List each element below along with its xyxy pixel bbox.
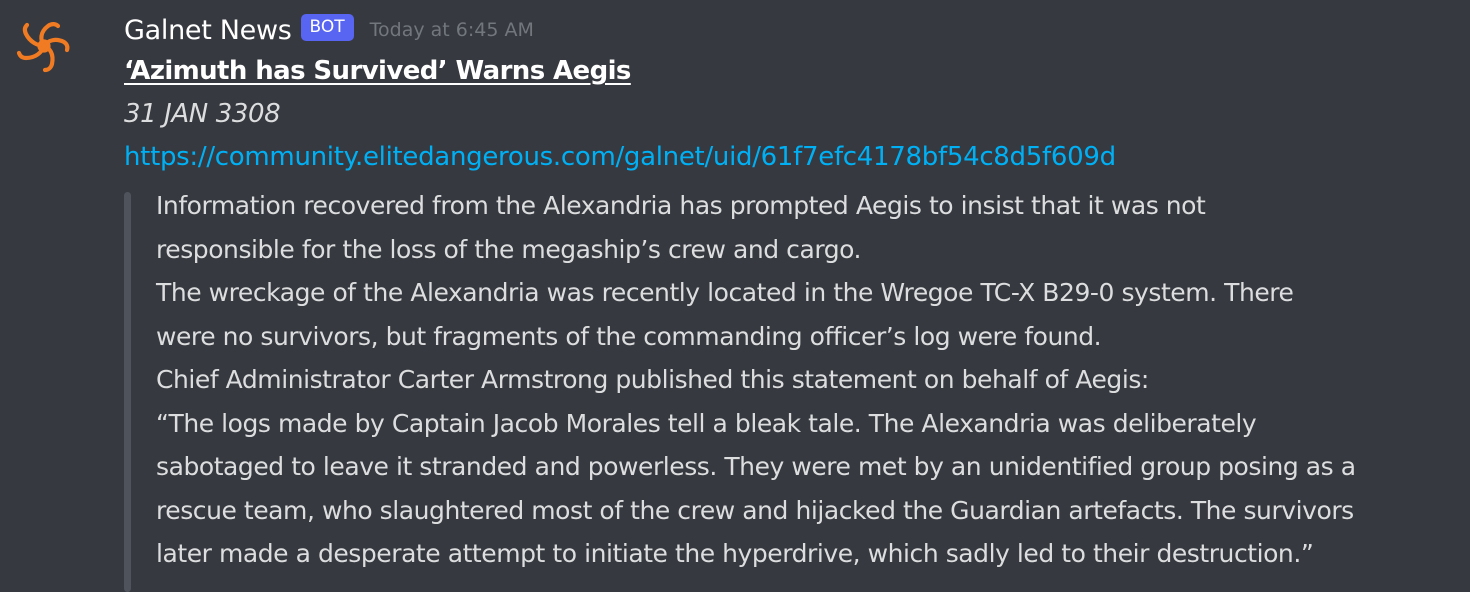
quote-line: sabotaged to leave it stranded and power…: [156, 452, 1356, 481]
quote-line: Chief Administrator Carter Armstrong pub…: [156, 365, 1149, 394]
article-date: 31 JAN 3308: [124, 99, 281, 129]
chat-message: Galnet News BOT Today at 6:45 AM ‘Azimut…: [0, 0, 1470, 592]
article-title-line: ‘Azimuth has Survived’ Warns Aegis: [124, 50, 1464, 93]
quote-line: rescue team, who slaughtered most of the…: [156, 495, 1354, 525]
article-date-line: 31 JAN 3308: [124, 93, 1464, 136]
quote-line: Information recovered from the Alexandri…: [156, 191, 1206, 220]
quote-bar: [124, 192, 131, 592]
quote-line: later made a desperate attempt to initia…: [156, 539, 1314, 568]
article-title: ‘Azimuth has Survived’ Warns Aegis: [124, 56, 631, 86]
article-link[interactable]: https://community.elitedangerous.com/gal…: [124, 142, 1116, 172]
message-header: Galnet News BOT Today at 6:45 AM: [124, 10, 1464, 50]
bot-badge: BOT: [300, 13, 354, 41]
quote-line: were no survivors, but fragments of the …: [156, 321, 1102, 351]
quote-line: “The logs made by Captain Jacob Morales …: [156, 408, 1257, 438]
quote-line: responsible for the loss of the megaship…: [156, 234, 862, 264]
message-timestamp[interactable]: Today at 6:45 AM: [370, 19, 534, 41]
orange-spiral-logo-icon: [16, 22, 70, 73]
bot-avatar-icon[interactable]: [12, 14, 76, 78]
message-content: Galnet News BOT Today at 6:45 AM ‘Azimut…: [124, 10, 1464, 179]
quote-line: The wreckage of the Alexandria was recen…: [156, 278, 1294, 307]
author-name[interactable]: Galnet News: [124, 15, 292, 46]
quote-body: Information recovered from the Alexandri…: [156, 184, 1466, 576]
article-link-line: https://community.elitedangerous.com/gal…: [124, 136, 1464, 179]
